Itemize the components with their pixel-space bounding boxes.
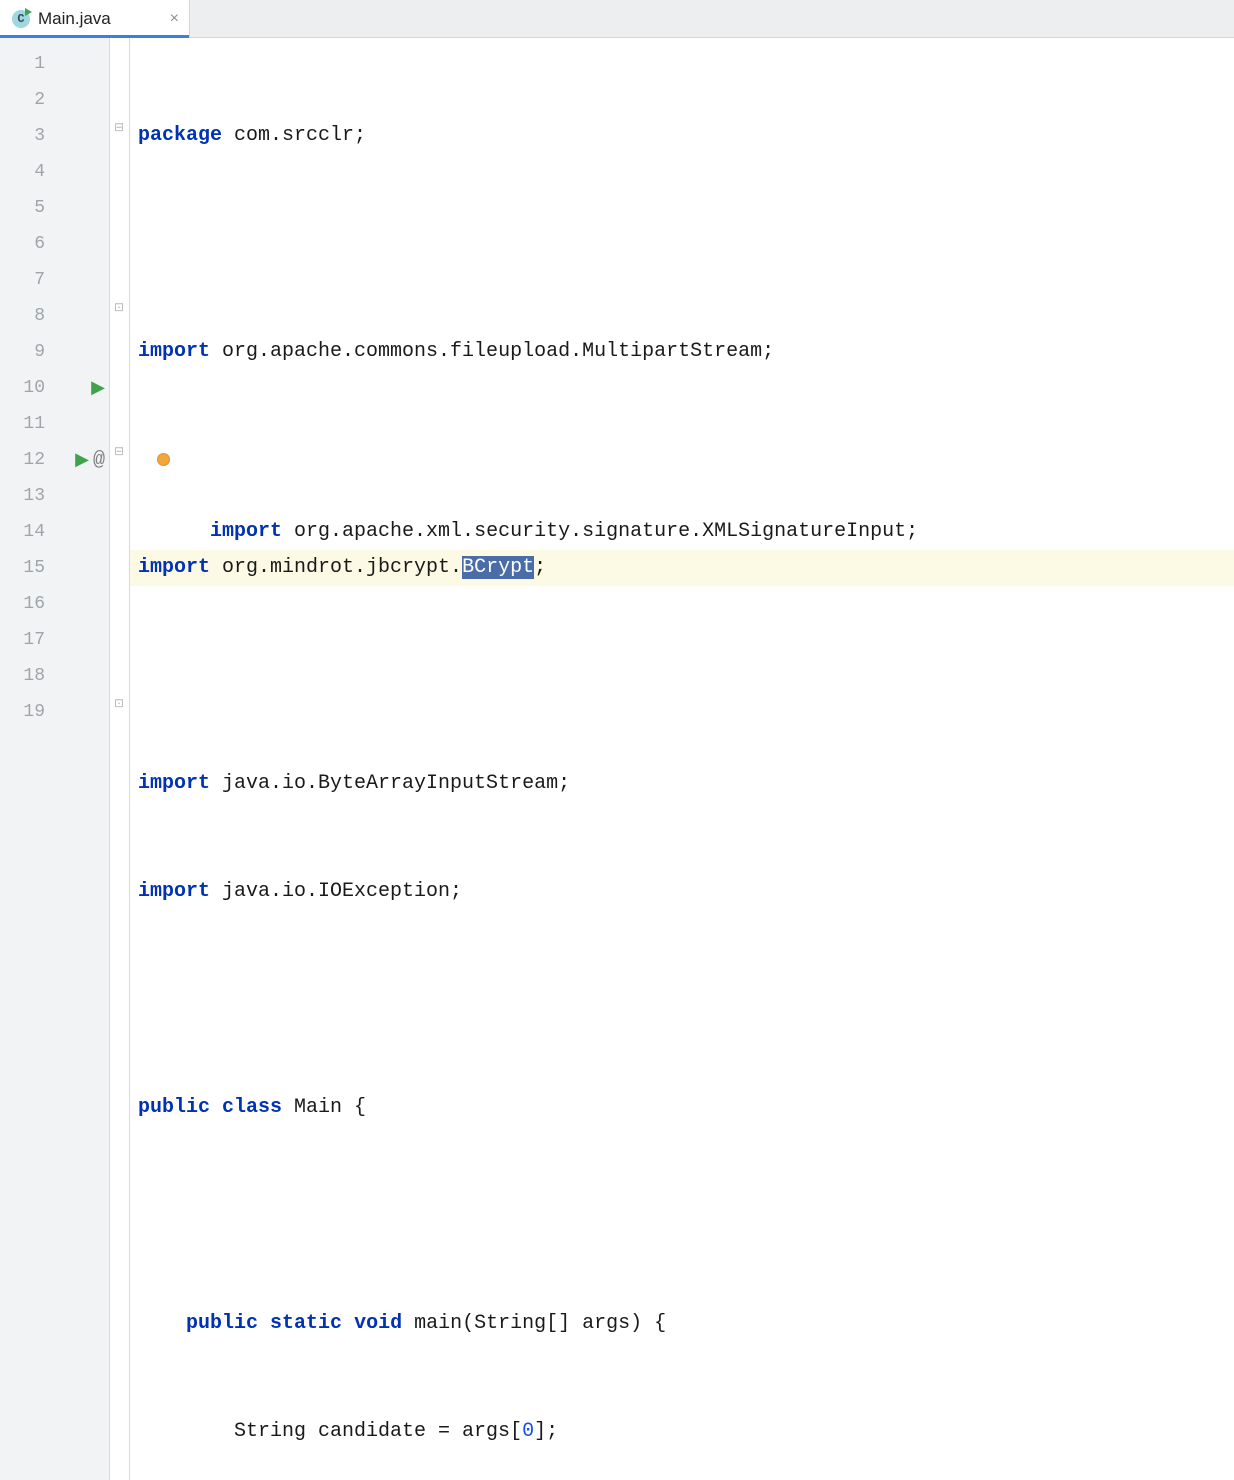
gutter[interactable]: 1 2 3 4 5 6 7 8 9 10 ▶ 11 12 ▶ @ 13 14 1…	[0, 38, 110, 1480]
gutter-line: 6	[0, 226, 109, 262]
code-line	[130, 226, 1234, 262]
gutter-line: 12 ▶ @	[0, 442, 109, 478]
code-line	[130, 982, 1234, 1018]
override-gutter-icon[interactable]: @	[93, 449, 105, 472]
code-area[interactable]: package com.srcclr; import org.apache.co…	[130, 38, 1234, 1480]
close-tab-icon[interactable]: ×	[170, 11, 179, 27]
gutter-line: 2	[0, 82, 109, 118]
code-line: public static void main(String[] args) {	[130, 1306, 1234, 1342]
code-line: import java.io.IOException;	[130, 874, 1234, 910]
run-gutter-icon[interactable]: ▶	[75, 449, 89, 471]
gutter-line: 15	[0, 550, 109, 586]
fold-column: ⊟ ⊡ ⊟ ⊡	[110, 38, 130, 1480]
warning-gutter-icon[interactable]	[157, 453, 170, 466]
gutter-line: 10 ▶	[0, 370, 109, 406]
tab-label: Main.java	[38, 9, 111, 29]
tab-bar: C Main.java ×	[0, 0, 1234, 38]
gutter-line: 5	[0, 190, 109, 226]
gutter-line: 11	[0, 406, 109, 442]
gutter-line: 7	[0, 262, 109, 298]
code-line-current: import org.mindrot.jbcrypt.BCrypt;	[130, 550, 1234, 586]
code-line: import java.io.ByteArrayInputStream;	[130, 766, 1234, 802]
code-line	[130, 658, 1234, 694]
code-line: import org.apache.commons.fileupload.Mul…	[130, 334, 1234, 370]
gutter-line: 16	[0, 586, 109, 622]
gutter-line: 14	[0, 514, 109, 550]
file-tab-main-java[interactable]: C Main.java ×	[0, 0, 190, 37]
gutter-line: 13	[0, 478, 109, 514]
fold-icon[interactable]: ⊡	[112, 696, 126, 710]
selection: BCrypt	[462, 556, 534, 579]
gutter-line: 4	[0, 154, 109, 190]
fold-icon[interactable]: ⊡	[112, 300, 126, 314]
code-line: import org.apache.xml.security.signature…	[130, 442, 1234, 478]
gutter-line: 17	[0, 622, 109, 658]
gutter-line: 19	[0, 694, 109, 730]
editor: 1 2 3 4 5 6 7 8 9 10 ▶ 11 12 ▶ @ 13 14 1…	[0, 38, 1234, 1480]
code-line: String candidate = args[0];	[130, 1414, 1234, 1450]
gutter-line: 1	[0, 46, 109, 82]
fold-icon[interactable]: ⊟	[112, 444, 126, 458]
gutter-line: 8	[0, 298, 109, 334]
run-gutter-icon[interactable]: ▶	[91, 377, 105, 399]
gutter-line: 9	[0, 334, 109, 370]
code-line	[130, 1198, 1234, 1234]
run-overlay-icon	[23, 7, 33, 17]
gutter-line: 18	[0, 658, 109, 694]
gutter-line: 3	[0, 118, 109, 154]
fold-icon[interactable]: ⊟	[112, 120, 126, 134]
java-class-icon: C	[12, 10, 30, 28]
code-line: package com.srcclr;	[130, 118, 1234, 154]
code-line: public class Main {	[130, 1090, 1234, 1126]
